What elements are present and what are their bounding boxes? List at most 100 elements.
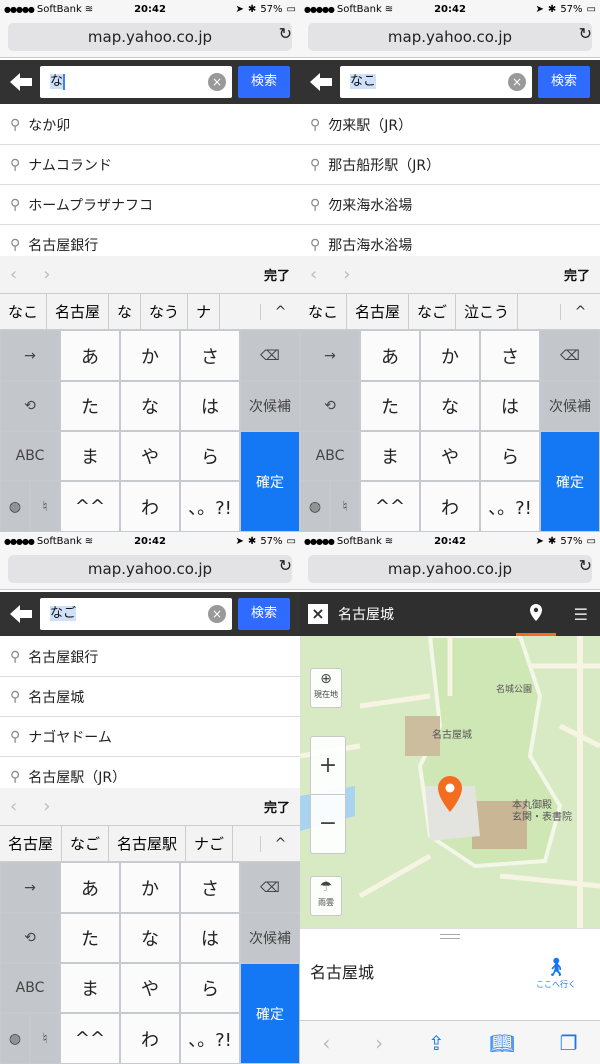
punctuation-key[interactable]: 、。?! xyxy=(480,481,540,532)
rain-cloud-button[interactable]: ☂ 雨雲 xyxy=(310,876,342,916)
candidate[interactable]: ナ xyxy=(188,293,221,330)
done-button[interactable]: 完了 xyxy=(564,265,590,284)
url-field[interactable]: map.yahoo.co.jp xyxy=(308,555,592,583)
kana-key[interactable]: は xyxy=(180,913,240,963)
reload-icon[interactable]: ↻ xyxy=(279,556,292,575)
kana-key[interactable]: は xyxy=(480,381,540,431)
tabs-icon[interactable]: ❐ xyxy=(560,1031,578,1055)
next-field-icon[interactable]: › xyxy=(343,264,350,285)
candidate[interactable]: 名古屋 xyxy=(0,825,63,862)
next-candidate-key[interactable]: 次候補 xyxy=(240,913,300,963)
confirm-key[interactable]: 確定 xyxy=(540,431,600,532)
kana-key[interactable]: あ xyxy=(360,330,420,381)
kana-key[interactable]: さ xyxy=(180,330,240,381)
pin-tab[interactable] xyxy=(516,592,556,636)
kana-key[interactable]: か xyxy=(120,330,180,381)
drag-handle[interactable] xyxy=(440,934,460,939)
next-candidate-key[interactable]: 次候補 xyxy=(240,381,300,431)
kana-key[interactable]: さ xyxy=(480,330,540,381)
delete-icon[interactable]: ⌫ xyxy=(240,330,300,381)
search-input[interactable]: なご × xyxy=(40,598,232,630)
kana-key[interactable]: は xyxy=(180,381,240,431)
clear-icon[interactable]: × xyxy=(208,605,226,623)
url-field[interactable]: map.yahoo.co.jp xyxy=(8,23,292,51)
globe-icon[interactable]: ◍ xyxy=(0,481,30,532)
reload-icon[interactable]: ↻ xyxy=(579,24,592,43)
kana-key[interactable]: ま xyxy=(360,431,420,481)
kana-key[interactable]: わ xyxy=(420,481,480,532)
clear-icon[interactable]: × xyxy=(508,73,526,91)
chevron-up-icon[interactable]: ^ xyxy=(260,835,300,852)
next-candidate-key[interactable]: 次候補 xyxy=(540,381,600,431)
undo-key[interactable]: ⟲ xyxy=(300,381,360,431)
kana-key[interactable]: ら xyxy=(180,963,240,1013)
url-field[interactable]: map.yahoo.co.jp xyxy=(308,23,592,51)
chevron-up-icon[interactable]: ^ xyxy=(260,303,300,320)
back-arrow-icon[interactable] xyxy=(8,602,34,626)
candidate[interactable]: なご xyxy=(62,825,110,862)
abc-key[interactable]: ABC xyxy=(300,431,360,481)
kana-key[interactable]: な xyxy=(120,381,180,431)
back-icon[interactable]: ‹ xyxy=(322,1031,330,1055)
abc-key[interactable]: ABC xyxy=(0,963,60,1013)
candidate[interactable]: な xyxy=(109,293,142,330)
undo-key[interactable]: ⟲ xyxy=(0,913,60,963)
suggestion-item[interactable]: ⚲ 名古屋城 xyxy=(0,677,300,717)
arrow-key[interactable]: → xyxy=(0,862,60,913)
microphone-icon[interactable]: ♮ xyxy=(30,481,60,532)
zoom-out-button[interactable]: − xyxy=(311,795,345,853)
confirm-key[interactable]: 確定 xyxy=(240,963,300,1064)
kana-key[interactable]: た xyxy=(60,913,120,963)
kana-key[interactable]: ら xyxy=(480,431,540,481)
candidate[interactable]: なご xyxy=(409,293,457,330)
kana-key[interactable]: や xyxy=(120,431,180,481)
suggestion-item[interactable]: ⚲ なか卯 xyxy=(0,105,300,145)
current-location-button[interactable]: ⊕ 現在地 xyxy=(310,668,342,708)
done-button[interactable]: 完了 xyxy=(264,265,290,284)
kana-key[interactable]: わ xyxy=(120,481,180,532)
chevron-up-icon[interactable]: ^ xyxy=(560,303,600,320)
arrow-key[interactable]: → xyxy=(0,330,60,381)
suggestion-item[interactable]: ⚲ ナゴヤドーム xyxy=(0,717,300,757)
search-input[interactable]: な × xyxy=(40,66,232,98)
done-button[interactable]: 完了 xyxy=(264,797,290,816)
emoticon-key[interactable]: ^^ xyxy=(60,481,120,532)
reload-icon[interactable]: ↻ xyxy=(579,556,592,575)
kana-key[interactable]: な xyxy=(420,381,480,431)
kana-key[interactable]: あ xyxy=(60,330,120,381)
place-name[interactable]: 名古屋城 xyxy=(310,959,374,983)
location-pin-icon[interactable] xyxy=(435,774,465,814)
reload-icon[interactable]: ↻ xyxy=(279,24,292,43)
kana-key[interactable]: さ xyxy=(180,862,240,913)
back-arrow-icon[interactable] xyxy=(8,70,34,94)
candidate[interactable]: なこ xyxy=(300,293,348,330)
search-button[interactable]: 検索 xyxy=(238,66,290,98)
punctuation-key[interactable]: 、。?! xyxy=(180,481,240,532)
abc-key[interactable]: ABC xyxy=(0,431,60,481)
candidate[interactable]: 名古屋 xyxy=(47,293,110,330)
undo-key[interactable]: ⟲ xyxy=(0,381,60,431)
arrow-key[interactable]: → xyxy=(300,330,360,381)
punctuation-key[interactable]: 、。?! xyxy=(180,1013,240,1064)
kana-key[interactable]: ま xyxy=(60,431,120,481)
microphone-icon[interactable]: ♮ xyxy=(30,1013,60,1064)
microphone-icon[interactable]: ♮ xyxy=(330,481,360,532)
list-icon[interactable]: ☰ xyxy=(574,605,588,624)
search-input[interactable]: なこ × xyxy=(340,66,532,98)
emoticon-key[interactable]: ^^ xyxy=(360,481,420,532)
close-icon[interactable]: × xyxy=(308,604,328,624)
suggestion-item[interactable]: ⚲ 勿来駅（JR） xyxy=(300,105,600,145)
candidate[interactable]: なう xyxy=(141,293,189,330)
suggestion-item[interactable]: ⚲ ホームプラザナフコ xyxy=(0,185,300,225)
kana-key[interactable]: か xyxy=(420,330,480,381)
map-view[interactable]: 名城公園 名古屋城 本丸御殿 玄関・表書院 ⊕ 現在地 + − ☂ 雨雲 xyxy=(300,636,600,928)
next-field-icon[interactable]: › xyxy=(43,796,50,817)
candidate[interactable]: 泣こう xyxy=(456,293,519,330)
zoom-in-button[interactable]: + xyxy=(311,737,345,795)
back-arrow-icon[interactable] xyxy=(308,70,334,94)
next-field-icon[interactable]: › xyxy=(43,264,50,285)
globe-icon[interactable]: ◍ xyxy=(300,481,330,532)
kana-key[interactable]: ま xyxy=(60,963,120,1013)
kana-key[interactable]: た xyxy=(60,381,120,431)
kana-key[interactable]: わ xyxy=(120,1013,180,1064)
